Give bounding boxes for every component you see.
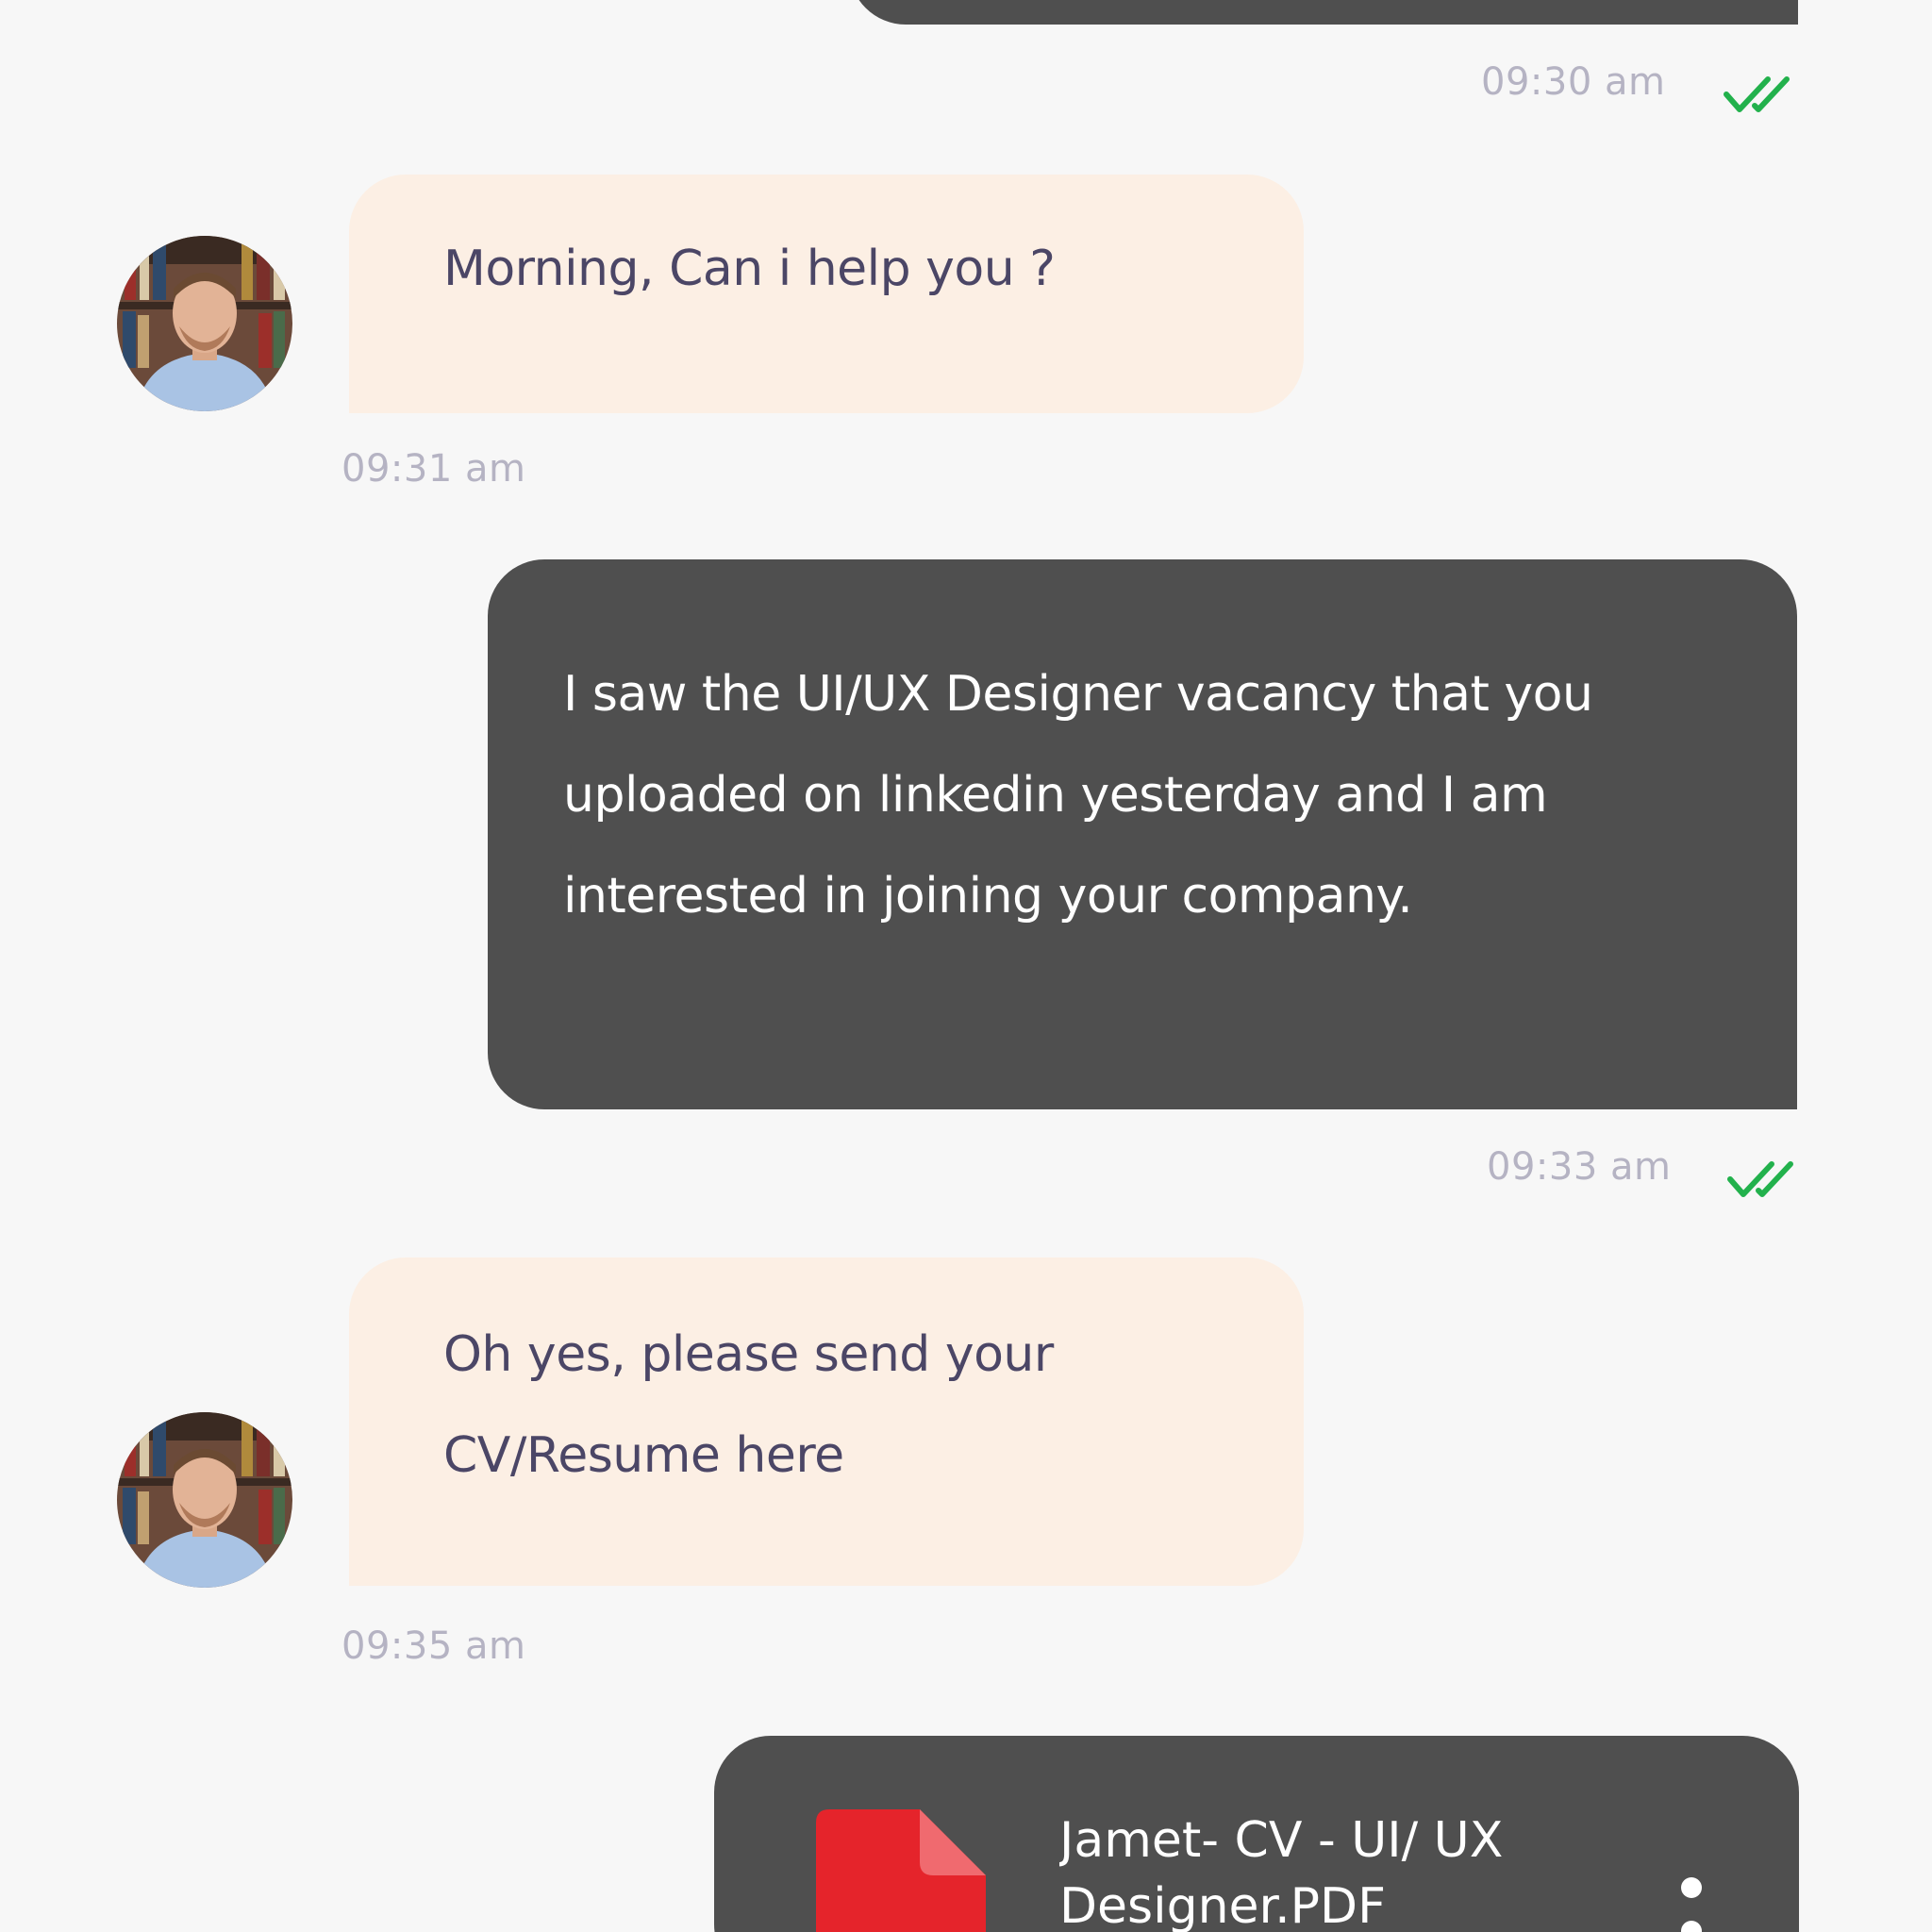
read-double-check-icon bbox=[1727, 1161, 1793, 1197]
chat-message-list[interactable]: 09:30 am Morning, Can i help you ? 09:31… bbox=[0, 0, 1932, 1932]
message-bubble-outgoing[interactable] bbox=[849, 0, 1798, 25]
message-bubble-incoming[interactable]: Oh yes, please send your CV/Resume here bbox=[349, 1257, 1304, 1586]
message-text: Morning, Can i help you ? bbox=[443, 241, 1056, 297]
more-vertical-icon[interactable] bbox=[1673, 1877, 1710, 1932]
file-name: Jamet- CV - UI/ UX Designer.PDF bbox=[1059, 1812, 1504, 1932]
message-text: I saw the UI/UX Designer vacancy that yo… bbox=[563, 666, 1593, 924]
pdf-file-icon bbox=[816, 1809, 986, 1932]
message-text: Oh yes, please send your CV/Resume here bbox=[443, 1326, 1054, 1484]
message-timestamp: 09:35 am bbox=[341, 1624, 526, 1668]
read-double-check-icon bbox=[1724, 76, 1790, 112]
message-bubble-outgoing[interactable]: I saw the UI/UX Designer vacancy that yo… bbox=[488, 559, 1797, 1109]
message-bubble-incoming[interactable]: Morning, Can i help you ? bbox=[349, 175, 1304, 413]
avatar[interactable] bbox=[117, 236, 292, 411]
message-timestamp: 09:31 am bbox=[341, 447, 526, 491]
file-attachment-bubble[interactable]: Jamet- CV - UI/ UX Designer.PDF bbox=[714, 1736, 1799, 1932]
message-timestamp: 09:30 am bbox=[1481, 60, 1666, 104]
message-timestamp: 09:33 am bbox=[1487, 1145, 1672, 1189]
avatar[interactable] bbox=[117, 1412, 292, 1588]
